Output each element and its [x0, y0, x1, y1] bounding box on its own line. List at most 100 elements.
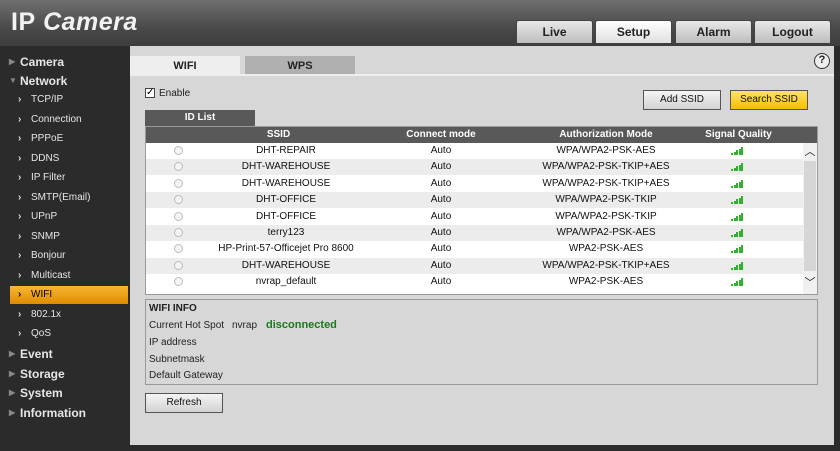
sidebar-item-pppoe[interactable]: › PPPoE	[0, 130, 130, 148]
col-auth-mode: Authorization Mode	[559, 129, 653, 140]
sidebar-item-bonjour[interactable]: › Bonjour	[0, 247, 130, 265]
cell-connect-mode: Auto	[430, 259, 452, 271]
caret-right-icon: ▶	[9, 408, 16, 417]
sidebar-item-label: Multicast	[31, 270, 71, 281]
chevron-right-icon: ›	[18, 94, 22, 105]
cell-auth-mode: WPA/WPA2-PSK-TKIP	[555, 210, 657, 222]
sidebar-item-event[interactable]: ▶ Event	[0, 345, 130, 363]
search-ssid-button[interactable]: Search SSID	[730, 90, 808, 110]
scroll-down-icon[interactable]: ﹀	[803, 276, 817, 290]
help-icon[interactable]: ?	[814, 53, 830, 69]
row-radio[interactable]	[174, 178, 183, 188]
cell-auth-mode: WPA/WPA2-PSK-AES	[556, 145, 656, 156]
chevron-right-icon: ›	[18, 270, 22, 281]
sidebar: ▶ Camera ▼ Network › TCP/IP › Connection › PP…	[0, 46, 130, 451]
row-radio[interactable]	[174, 277, 183, 287]
table-row[interactable]: HP-Print-57-Officejet Pro 8600 Auto WPA2-P…	[146, 241, 803, 257]
caret-right-icon: ▶	[9, 388, 16, 397]
sidebar-item-qos[interactable]: › QoS	[0, 325, 130, 343]
row-radio[interactable]	[174, 244, 183, 254]
row-radio[interactable]	[174, 260, 183, 270]
cell-connect-mode: Auto	[430, 243, 452, 255]
sidebar-item-network[interactable]: ▼ Network	[0, 72, 130, 90]
cell-connect-mode: Auto	[430, 210, 452, 222]
scroll-up-icon[interactable]: ︿	[803, 145, 817, 159]
sidebar-item-ip-filter[interactable]: › IP Filter	[0, 169, 130, 187]
cell-ssid: DHT-WAREHOUSE	[241, 161, 331, 173]
enable-checkbox[interactable]	[145, 86, 155, 99]
cell-connect-mode: Auto	[430, 161, 452, 173]
table-header: SSID Connect mode Authorization Mode Sig…	[146, 127, 817, 143]
signal-strength-icon	[731, 261, 743, 270]
row-radio[interactable]	[174, 162, 183, 172]
chevron-right-icon: ›	[18, 192, 22, 203]
sidebar-item-storage[interactable]: ▶ Storage	[0, 365, 130, 383]
ssid-table: SSID Connect mode Authorization Mode Sig…	[145, 126, 818, 342]
sidebar-item-connection[interactable]: › Connection	[0, 111, 130, 129]
table-row[interactable]: DHT-OFFICE Auto WPA/WPA2-PSK-TKIP	[146, 209, 803, 225]
cell-auth-mode: WPA/WPA2-PSK-TKIP+AES	[542, 177, 670, 189]
table-row[interactable]: DHT-REPAIR Auto WPA/WPA2-PSK-AES	[146, 143, 803, 159]
chevron-right-icon: ›	[18, 114, 22, 125]
sidebar-item-system[interactable]: ▶ System	[0, 384, 130, 402]
tab-live[interactable]: Live	[516, 20, 593, 43]
signal-strength-icon	[731, 196, 743, 205]
table-row[interactable]: DHT-WAREHOUSE Auto WPA/WPA2-PSK-TKIP+AES	[146, 176, 803, 192]
chevron-right-icon: ›	[18, 153, 22, 164]
table-row[interactable]: DHT-OFFICE Auto WPA/WPA2-PSK-TKIP	[146, 192, 803, 209]
sidebar-item-label: Event	[20, 347, 53, 361]
cell-auth-mode: WPA2-PSK-AES	[568, 276, 644, 288]
cell-connect-mode: Auto	[430, 276, 452, 288]
row-radio[interactable]	[174, 146, 183, 155]
cell-ssid: terry123	[267, 227, 305, 238]
sidebar-item-label: Connection	[31, 114, 82, 125]
sidebar-item-8021x[interactable]: › 802.1x	[0, 306, 130, 324]
sidebar-item-label: Storage	[20, 367, 65, 381]
cell-auth-mode: WPA/WPA2-PSK-TKIP	[555, 194, 657, 206]
chevron-right-icon: ›	[18, 211, 22, 222]
sidebar-item-information[interactable]: ▶ Information	[0, 404, 130, 422]
table-row[interactable]: DHT-WAREHOUSE Auto WPA/WPA2-PSK-TKIP+AES	[146, 257, 803, 274]
sidebar-item-ddns[interactable]: › DDNS	[0, 150, 130, 168]
main-panel: ? WIFI WPS Enable Add SSID Search SSID I…	[130, 46, 834, 445]
row-radio[interactable]	[174, 228, 183, 237]
col-ssid: SSID	[266, 129, 291, 140]
add-ssid-button[interactable]: Add SSID	[643, 90, 721, 110]
sidebar-item-upnp[interactable]: › UPnP	[0, 208, 130, 226]
sidebar-item-multicast[interactable]: › Multicast	[0, 267, 130, 285]
caret-right-icon: ▶	[9, 369, 16, 378]
table-row[interactable]: terry123 Auto WPA/WPA2-PSK-AES	[146, 225, 803, 241]
id-list-tab[interactable]: ID List	[145, 110, 255, 126]
sidebar-item-smtp[interactable]: › SMTP(Email)	[0, 189, 130, 207]
signal-strength-icon	[731, 245, 743, 254]
chevron-right-icon: ›	[18, 250, 22, 261]
tab-wps[interactable]: WPS	[245, 56, 355, 76]
table-row[interactable]: nvrap_default Auto WPA2-PSK-AES	[146, 274, 803, 290]
sidebar-item-tcpip[interactable]: › TCP/IP	[0, 91, 130, 109]
scroll-thumb[interactable]	[804, 161, 816, 271]
tab-alarm[interactable]: Alarm	[675, 20, 752, 43]
cell-auth-mode: WPA/WPA2-PSK-TKIP+AES	[542, 259, 670, 271]
refresh-button[interactable]: Refresh	[145, 393, 223, 413]
row-radio[interactable]	[174, 195, 183, 205]
tab-setup[interactable]: Setup	[595, 20, 672, 43]
sidebar-item-label: IP Filter	[31, 172, 66, 183]
table-row[interactable]: DHT-WAREHOUSE Auto WPA/WPA2-PSK-TKIP+AES	[146, 159, 803, 176]
wifi-info-panel: WIFI INFO Current Hot Spot nvrap disconn…	[145, 299, 818, 385]
sidebar-item-camera[interactable]: ▶ Camera	[0, 53, 130, 71]
sidebar-item-label: WIFI	[31, 289, 53, 300]
table-scrollbar[interactable]: ︿ ﹀	[803, 143, 817, 294]
default-gateway-label: Default Gateway	[149, 370, 223, 381]
cell-auth-mode: WPA/WPA2-PSK-AES	[556, 227, 656, 238]
cell-ssid: DHT-WAREHOUSE	[241, 177, 331, 189]
tab-logout[interactable]: Logout	[754, 20, 831, 43]
enable-toggle[interactable]: Enable	[145, 86, 190, 101]
sidebar-item-wifi[interactable]: › WIFI	[10, 286, 128, 304]
logo: IP Camera	[11, 8, 138, 37]
tab-wifi[interactable]: WIFI	[130, 56, 240, 76]
sidebar-item-label: SMTP(Email)	[31, 192, 91, 203]
sidebar-item-snmp[interactable]: › SNMP	[0, 228, 130, 246]
row-radio[interactable]	[174, 211, 183, 221]
signal-strength-icon	[731, 212, 743, 221]
chevron-right-icon: ›	[18, 172, 22, 183]
